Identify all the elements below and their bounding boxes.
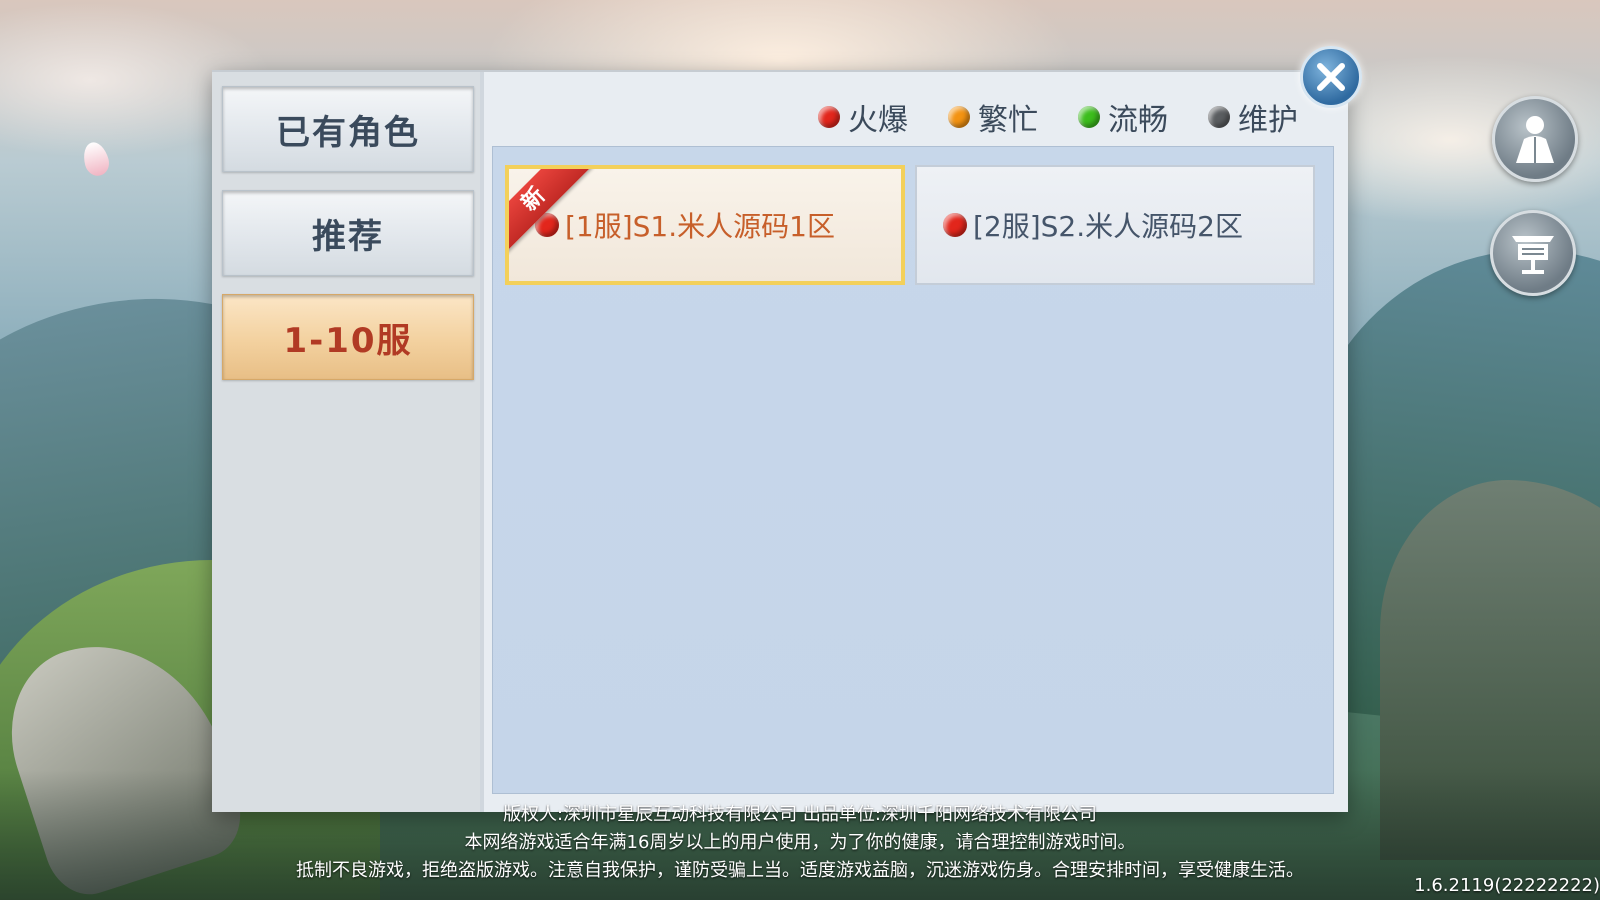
- status-dot-icon: [948, 106, 970, 128]
- age-notice-line: 本网络游戏适合年满16周岁以上的用户使用，为了你的健康，请合理控制游戏时间。: [464, 832, 1136, 853]
- server-name: [1服]S1.米人源码1区: [565, 210, 835, 243]
- close-icon: [1317, 63, 1345, 91]
- notice-board-icon: [1512, 236, 1554, 274]
- close-button[interactable]: [1300, 46, 1362, 108]
- legend-label: 维护: [1238, 103, 1298, 138]
- tab-existing-characters[interactable]: 已有角色: [222, 86, 474, 172]
- character-icon: [1516, 116, 1554, 163]
- tab-servers-1-10[interactable]: 1-10服: [222, 294, 474, 380]
- tab-label: 已有角色: [276, 112, 420, 153]
- status-legend: 火爆 繁忙 流畅 维护: [818, 92, 1298, 142]
- legend-label: 火爆: [848, 103, 908, 138]
- tab-label: 1-10服: [283, 320, 413, 361]
- version-label: 1.6.2119(22222222): [1414, 875, 1600, 896]
- server-list-panel: 新 [1服]S1.米人源码1区 [2服]S2.米人源码2区: [492, 146, 1334, 794]
- server-name: [2服]S2.米人源码2区: [973, 210, 1243, 243]
- server-select-dialog: 已有角色 推荐 1-10服 火爆 繁忙 流畅 维护 新 [1服]S1.米人源码1…: [212, 70, 1348, 812]
- legend-label: 繁忙: [978, 103, 1038, 138]
- tab-recommended[interactable]: 推荐: [222, 190, 474, 276]
- new-badge: 新: [509, 169, 595, 255]
- server-card-2[interactable]: [2服]S2.米人源码2区: [915, 165, 1315, 285]
- status-dot-icon: [818, 106, 840, 128]
- new-badge-label: 新: [509, 169, 592, 255]
- character-button[interactable]: [1492, 96, 1578, 182]
- server-group-sidebar: 已有角色 推荐 1-10服: [212, 72, 480, 812]
- notice-button[interactable]: [1490, 210, 1576, 296]
- status-dot-icon: [943, 213, 967, 237]
- legend-hot: 火爆: [818, 95, 908, 139]
- legend-label: 流畅: [1108, 103, 1168, 138]
- status-dot-icon: [1078, 106, 1100, 128]
- health-notice-line: 抵制不良游戏，拒绝盗版游戏。注意自我保护，谨防受骗上当。适度游戏益脑，沉迷游戏伤…: [296, 860, 1304, 881]
- copyright-line: 版权人:深圳市星辰互动科技有限公司 出品单位:深圳千阳网络技术有限公司: [503, 804, 1097, 825]
- tab-label: 推荐: [312, 216, 384, 257]
- legend-busy: 繁忙: [948, 95, 1038, 139]
- server-main-area: 火爆 繁忙 流畅 维护 新 [1服]S1.米人源码1区 [2服]S2.米人源码2…: [484, 72, 1348, 812]
- legend-smooth: 流畅: [1078, 95, 1168, 139]
- status-dot-icon: [1208, 106, 1230, 128]
- server-card-1[interactable]: 新 [1服]S1.米人源码1区: [505, 165, 905, 285]
- legend-maintenance: 维护: [1208, 95, 1298, 139]
